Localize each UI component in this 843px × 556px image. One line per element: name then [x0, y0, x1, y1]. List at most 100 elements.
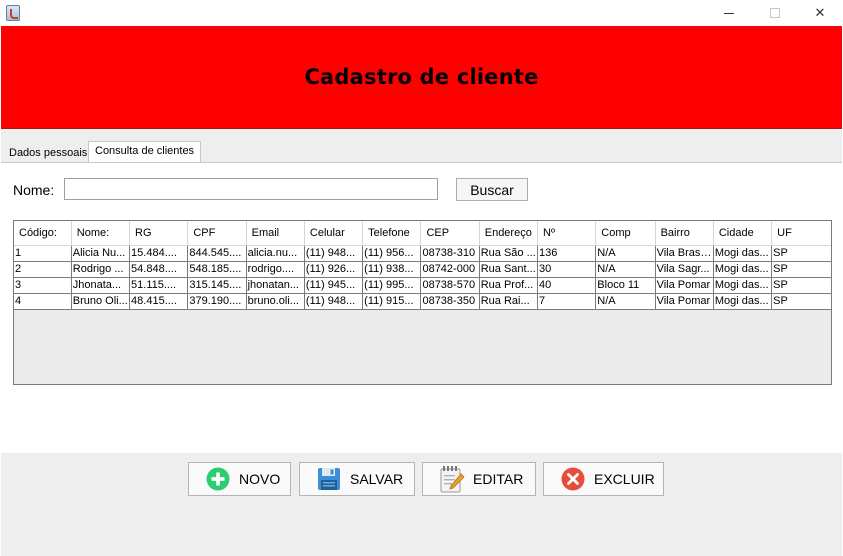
table-cell[interactable]: N/A	[595, 261, 656, 278]
table-cell[interactable]: Mogi das...	[713, 261, 773, 278]
table-cell[interactable]: 315.145....	[187, 277, 247, 294]
table-cell[interactable]: Rua Prof...	[479, 277, 539, 294]
table-header-row: Código: Nome: RG CPF Email Celular Telefone CEP…	[14, 221, 831, 246]
table-cell[interactable]: 15.484....	[129, 245, 189, 262]
close-icon: ✕	[814, 5, 826, 21]
clientes-table[interactable]: Código: Nome: RG CPF Email Celular Telefone CEP…	[13, 220, 832, 385]
minimize-button[interactable]	[706, 0, 752, 26]
column-header[interactable]: CEP	[420, 221, 480, 246]
column-header[interactable]: Nome:	[71, 221, 131, 246]
buscar-button[interactable]: Buscar	[456, 178, 528, 201]
table-cell[interactable]: Bloco 11	[595, 277, 656, 294]
table-cell[interactable]: Rodrigo ...	[71, 261, 131, 278]
novo-button[interactable]: NOVO	[188, 462, 291, 496]
floppy-disk-icon	[316, 466, 342, 492]
nome-search-input[interactable]	[64, 178, 438, 200]
table-cell[interactable]: (11) 938...	[362, 261, 422, 278]
table-cell[interactable]: 548.185....	[187, 261, 247, 278]
salvar-button[interactable]: SALVAR	[299, 462, 415, 496]
table-cell[interactable]: Rua Sant...	[479, 261, 539, 278]
table-cell[interactable]: Rua São ...	[479, 245, 539, 262]
table-row[interactable]: 2 Rodrigo ... 54.848.... 548.185.... rodrigo…	[14, 261, 831, 278]
table-cell[interactable]: N/A	[595, 293, 656, 310]
table-cell[interactable]: (11) 948...	[304, 245, 364, 262]
novo-label: NOVO	[239, 471, 281, 487]
table-cell[interactable]: SP	[771, 261, 831, 278]
column-header[interactable]: UF	[771, 221, 831, 246]
table-cell[interactable]: 08738-570	[420, 277, 480, 294]
table-cell[interactable]: (11) 956...	[362, 245, 422, 262]
table-cell[interactable]: (11) 945...	[304, 277, 364, 294]
table-cell[interactable]: 2	[14, 261, 72, 278]
window-titlebar: ✕	[0, 0, 843, 26]
table-cell[interactable]: Alicia Nu...	[71, 245, 131, 262]
maximize-button[interactable]	[752, 0, 798, 26]
table-cell[interactable]: Rua Rai...	[479, 293, 539, 310]
x-circle-icon	[560, 466, 586, 492]
plus-circle-icon	[205, 466, 231, 492]
table-cell[interactable]: Vila Brasi...	[655, 245, 714, 262]
notepad-pencil-icon	[439, 466, 465, 493]
table-cell[interactable]: Mogi das...	[713, 245, 773, 262]
table-cell[interactable]: Vila Sagr...	[655, 261, 714, 278]
column-header[interactable]: RG	[129, 221, 189, 246]
table-cell[interactable]: 08738-310	[420, 245, 480, 262]
table-cell[interactable]: 1	[14, 245, 72, 262]
tab-consulta-de-clientes[interactable]: Consulta de clientes	[88, 141, 202, 162]
editar-label: EDITAR	[473, 471, 524, 487]
table-cell[interactable]: Vila Pomar	[655, 277, 714, 294]
minimize-icon	[724, 12, 734, 14]
column-header[interactable]: Código:	[14, 221, 72, 246]
table-cell[interactable]: Mogi das...	[713, 277, 773, 294]
table-cell[interactable]: (11) 915...	[362, 293, 422, 310]
consulta-panel: Nome: Buscar Código: Nome: RG CPF Email Celul…	[1, 162, 842, 453]
table-row[interactable]: 1 Alicia Nu... 15.484.... 844.545.... alicia…	[14, 245, 831, 262]
table-row[interactable]: 4 Bruno Oli... 48.415.... 379.190.... bruno.…	[14, 293, 831, 310]
table-cell[interactable]: Mogi das...	[713, 293, 773, 310]
table-cell[interactable]: 7	[537, 293, 597, 310]
close-button[interactable]: ✕	[797, 0, 843, 26]
table-cell[interactable]: rodrigo....	[246, 261, 305, 278]
table-cell[interactable]: SP	[771, 245, 831, 262]
table-cell[interactable]: 379.190....	[187, 293, 247, 310]
column-header[interactable]: Comp	[595, 221, 656, 246]
table-cell[interactable]: Bruno Oli...	[71, 293, 131, 310]
tab-dados-pessoais[interactable]: Dados pessoais	[3, 145, 93, 162]
table-cell[interactable]: 54.848....	[129, 261, 189, 278]
table-cell[interactable]: (11) 948...	[304, 293, 364, 310]
column-header[interactable]: Email	[246, 221, 305, 246]
table-cell[interactable]: 51.115....	[129, 277, 189, 294]
table-cell[interactable]: 30	[537, 261, 597, 278]
table-cell[interactable]: 4	[14, 293, 72, 310]
table-cell[interactable]: 48.415....	[129, 293, 189, 310]
table-cell[interactable]: SP	[771, 277, 831, 294]
table-cell[interactable]: N/A	[595, 245, 656, 262]
table-cell[interactable]: 40	[537, 277, 597, 294]
table-cell[interactable]: (11) 995...	[362, 277, 422, 294]
table-cell[interactable]: SP	[771, 293, 831, 310]
table-cell[interactable]: Jhonata...	[71, 277, 131, 294]
table-cell[interactable]: 844.545....	[187, 245, 247, 262]
column-header[interactable]: Endereço	[479, 221, 539, 246]
table-row[interactable]: 3 Jhonata... 51.115.... 315.145.... jhonatan…	[14, 277, 831, 294]
column-header[interactable]: Bairro	[655, 221, 714, 246]
column-header[interactable]: Nº	[537, 221, 597, 246]
column-header[interactable]: CPF	[187, 221, 247, 246]
maximize-icon	[770, 8, 780, 18]
table-cell[interactable]: Vila Pomar	[655, 293, 714, 310]
table-cell[interactable]: alicia.nu...	[246, 245, 305, 262]
column-header[interactable]: Cidade	[713, 221, 773, 246]
table-cell[interactable]: 08742-000	[420, 261, 480, 278]
table-cell[interactable]: 136	[537, 245, 597, 262]
table-cell[interactable]: 08738-350	[420, 293, 480, 310]
java-app-icon	[6, 5, 20, 21]
table-cell[interactable]: (11) 926...	[304, 261, 364, 278]
table-cell[interactable]: 3	[14, 277, 72, 294]
column-header[interactable]: Celular	[304, 221, 364, 246]
table-cell[interactable]: bruno.oli...	[246, 293, 305, 310]
editar-button[interactable]: EDITAR	[422, 462, 536, 496]
excluir-button[interactable]: EXCLUIR	[543, 462, 664, 496]
column-header[interactable]: Telefone	[362, 221, 422, 246]
table-cell[interactable]: jhonatan...	[246, 277, 305, 294]
nome-label: Nome:	[13, 182, 55, 198]
